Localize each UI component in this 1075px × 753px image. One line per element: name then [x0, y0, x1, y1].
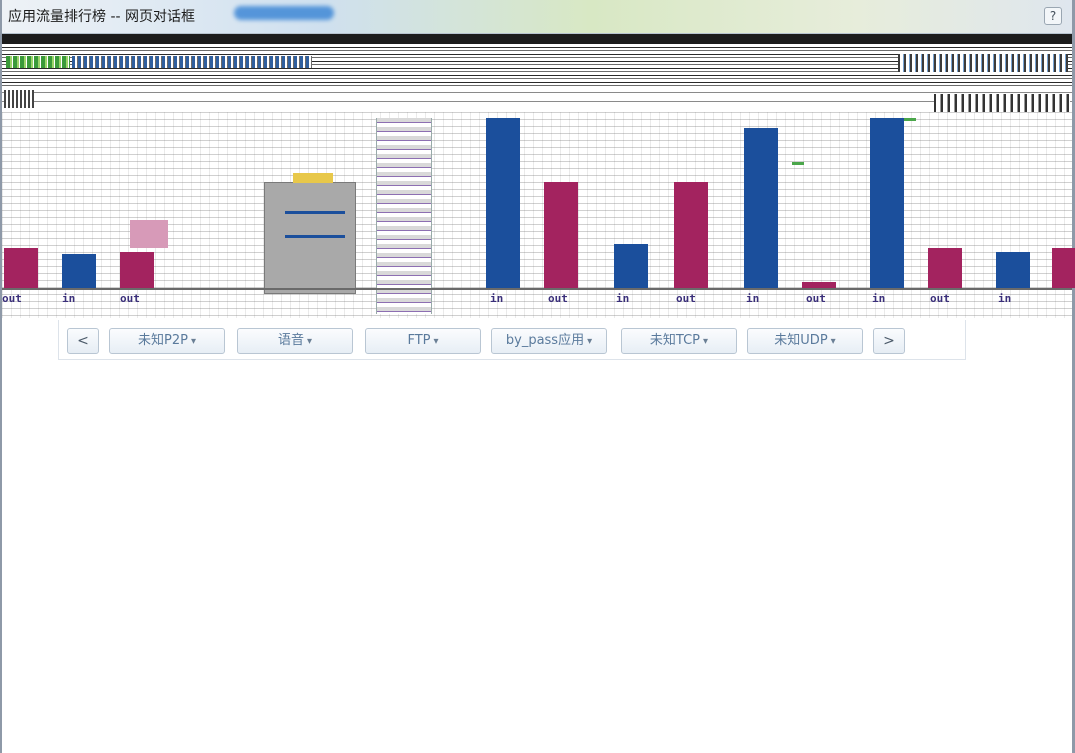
bar-label: out — [676, 292, 696, 305]
category-selector: < 未知P2P ▾ 语音 ▾ FTP ▾ by_pass应用 ▾ 未知TCP ▾ 未知UD… — [58, 320, 966, 360]
category-label: 未知P2P — [138, 333, 188, 348]
category-button-bypass-app[interactable]: by_pass应用 ▾ — [491, 328, 607, 354]
traffic-chart: out in out in out in out in out in out in — [2, 112, 1075, 318]
toolbar-status-indicator — [6, 56, 70, 68]
chart-highlight — [130, 220, 168, 248]
toolbar-path — [72, 56, 312, 68]
bar-in — [996, 252, 1030, 288]
chevron-down-icon: ▾ — [433, 336, 439, 347]
chevron-down-icon: ▾ — [830, 336, 836, 347]
category-button-unknown-tcp[interactable]: 未知TCP ▾ — [621, 328, 737, 354]
bar-out — [4, 248, 38, 288]
category-button-unknown-p2p[interactable]: 未知P2P ▾ — [109, 328, 225, 354]
status-panel — [934, 94, 1070, 114]
header-dark-band — [2, 34, 1072, 44]
chart-baseline — [2, 288, 1072, 290]
bar-out — [674, 182, 708, 288]
bar-label: in — [872, 292, 886, 305]
bar-label: out — [2, 292, 22, 305]
toolbar — [2, 44, 1072, 88]
bar-out — [1052, 248, 1075, 288]
chevron-down-icon: ▾ — [306, 336, 313, 347]
bar-in — [614, 244, 648, 288]
category-label: FTP — [407, 333, 431, 348]
title-bar: 应用流量排行榜 -- 网页对话框 ? — [2, 0, 1072, 34]
overlay-line — [285, 235, 345, 238]
bar-label: in — [998, 292, 1012, 305]
category-label: 未知UDP — [774, 333, 828, 348]
bar-label: out — [930, 292, 950, 305]
sub-header — [2, 88, 1072, 110]
bar-label: out — [120, 292, 140, 305]
bar-label: out — [806, 292, 826, 305]
category-button-ftp[interactable]: FTP ▾ — [365, 328, 481, 354]
bar-in — [62, 254, 96, 288]
category-button-voice[interactable]: 语音 ▾ — [237, 328, 353, 354]
bar-out — [120, 252, 154, 288]
category-label: 未知TCP — [649, 333, 701, 348]
bar-label: in — [490, 292, 504, 305]
chevron-down-icon: ▾ — [190, 336, 196, 347]
help-icon[interactable]: ? — [1044, 7, 1062, 25]
next-button[interactable]: > — [873, 328, 905, 354]
bar-out — [928, 248, 962, 288]
bar-label: in — [746, 292, 760, 305]
overlay-tag — [293, 173, 333, 183]
bar-in — [486, 118, 520, 288]
chevron-down-icon: ▾ — [587, 336, 593, 347]
bar-in — [870, 118, 904, 288]
chart-legend-list — [376, 118, 432, 314]
chart-marker — [792, 162, 804, 165]
title-highlight — [234, 6, 334, 20]
chart-overlay-panel — [264, 173, 356, 294]
bar-label: out — [548, 292, 568, 305]
bar-in — [744, 128, 778, 288]
chevron-down-icon: ▾ — [703, 336, 709, 347]
sub-header-tag — [4, 90, 34, 108]
window-title: 应用流量排行榜 -- 网页对话框 — [8, 9, 196, 25]
bar-out — [802, 282, 836, 288]
chart-marker — [904, 118, 916, 121]
category-label: by_pass应用 — [505, 333, 585, 348]
category-label: 语音 — [277, 333, 304, 348]
toolbar-right-controls[interactable] — [898, 54, 1068, 72]
bar-label: in — [616, 292, 630, 305]
overlay-line — [285, 211, 345, 214]
bar-out — [544, 182, 578, 288]
bar-label: in — [62, 292, 76, 305]
prev-button[interactable]: < — [67, 328, 99, 354]
category-button-unknown-udp[interactable]: 未知UDP ▾ — [747, 328, 863, 354]
content-area — [2, 362, 1072, 753]
dialog-window: 应用流量排行榜 -- 网页对话框 ? out in out in out in out in o… — [0, 0, 1075, 753]
